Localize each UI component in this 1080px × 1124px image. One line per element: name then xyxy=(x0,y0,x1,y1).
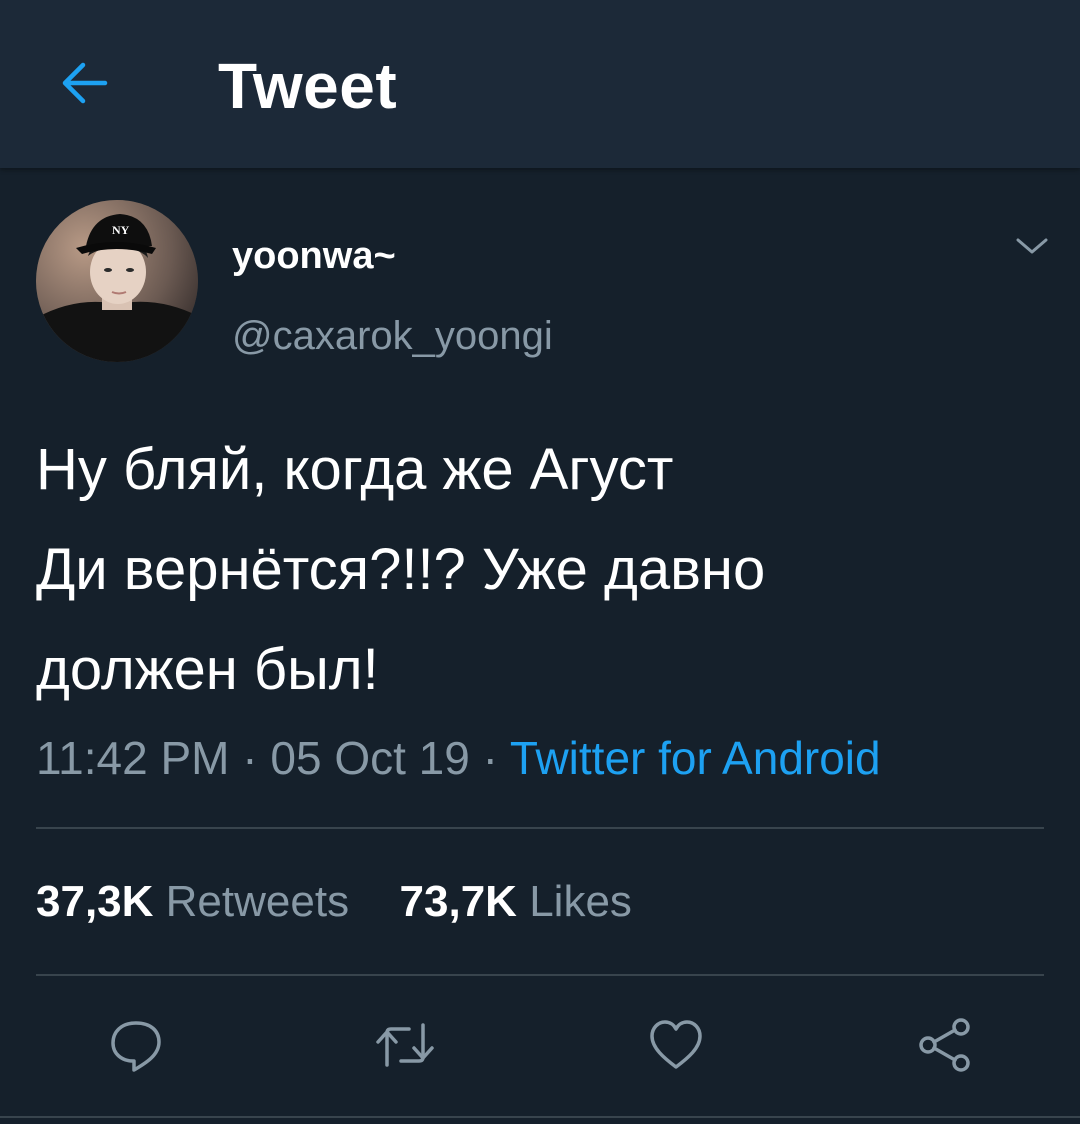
reply-icon xyxy=(111,1021,161,1072)
share-button[interactable] xyxy=(910,1010,980,1080)
arrow-left-icon xyxy=(62,62,108,104)
tweet-detail-screen: Tweet NY yoonwa~ @caxarok_yoongi Ну бляй… xyxy=(0,0,1080,1124)
page-title: Tweet xyxy=(218,50,398,122)
tweet-metadata: 11:42 PM · 05 Oct 19 · Twitter for Andro… xyxy=(36,726,881,790)
likes-stat[interactable]: 73,7K Likes xyxy=(400,872,632,932)
tweet-actions-bar xyxy=(0,1010,1080,1080)
separator: · xyxy=(482,732,498,784)
back-button[interactable] xyxy=(50,48,120,118)
retweet-button[interactable] xyxy=(370,1010,440,1080)
chevron-down-icon xyxy=(1016,238,1048,254)
engagement-stats: 37,3K Retweets 73,7K Likes xyxy=(36,872,632,932)
top-app-bar: Tweet xyxy=(0,0,1080,168)
tweet-date: 05 Oct 19 xyxy=(270,732,470,784)
divider xyxy=(0,1116,1080,1118)
tweet-time: 11:42 PM xyxy=(36,732,230,784)
likes-label: Likes xyxy=(529,877,632,926)
retweets-label: Retweets xyxy=(165,877,350,926)
reply-button[interactable] xyxy=(101,1010,171,1080)
divider xyxy=(36,827,1044,829)
share-icon xyxy=(919,1018,970,1072)
divider xyxy=(36,974,1044,976)
display-name[interactable]: yoonwa~ xyxy=(232,234,396,278)
likes-count: 73,7K xyxy=(399,877,517,926)
avatar[interactable]: NY xyxy=(36,200,198,362)
retweet-icon xyxy=(376,1023,434,1067)
retweets-stat[interactable]: 37,3K Retweets xyxy=(36,872,349,932)
like-icon xyxy=(650,1020,702,1069)
tweet-text: Ну бляй, когда же Агуст Ди вернётся?!!? … xyxy=(36,437,766,702)
separator: · xyxy=(242,732,258,784)
like-button[interactable] xyxy=(641,1010,711,1080)
user-handle[interactable]: @caxarok_yoongi xyxy=(232,312,553,360)
retweets-count: 37,3K xyxy=(36,877,154,926)
svg-text:NY: NY xyxy=(112,223,130,237)
avatar-image: NY xyxy=(36,200,198,362)
tweet-source-link[interactable]: Twitter for Android xyxy=(510,732,881,784)
tweet-options-button[interactable] xyxy=(1010,226,1054,266)
